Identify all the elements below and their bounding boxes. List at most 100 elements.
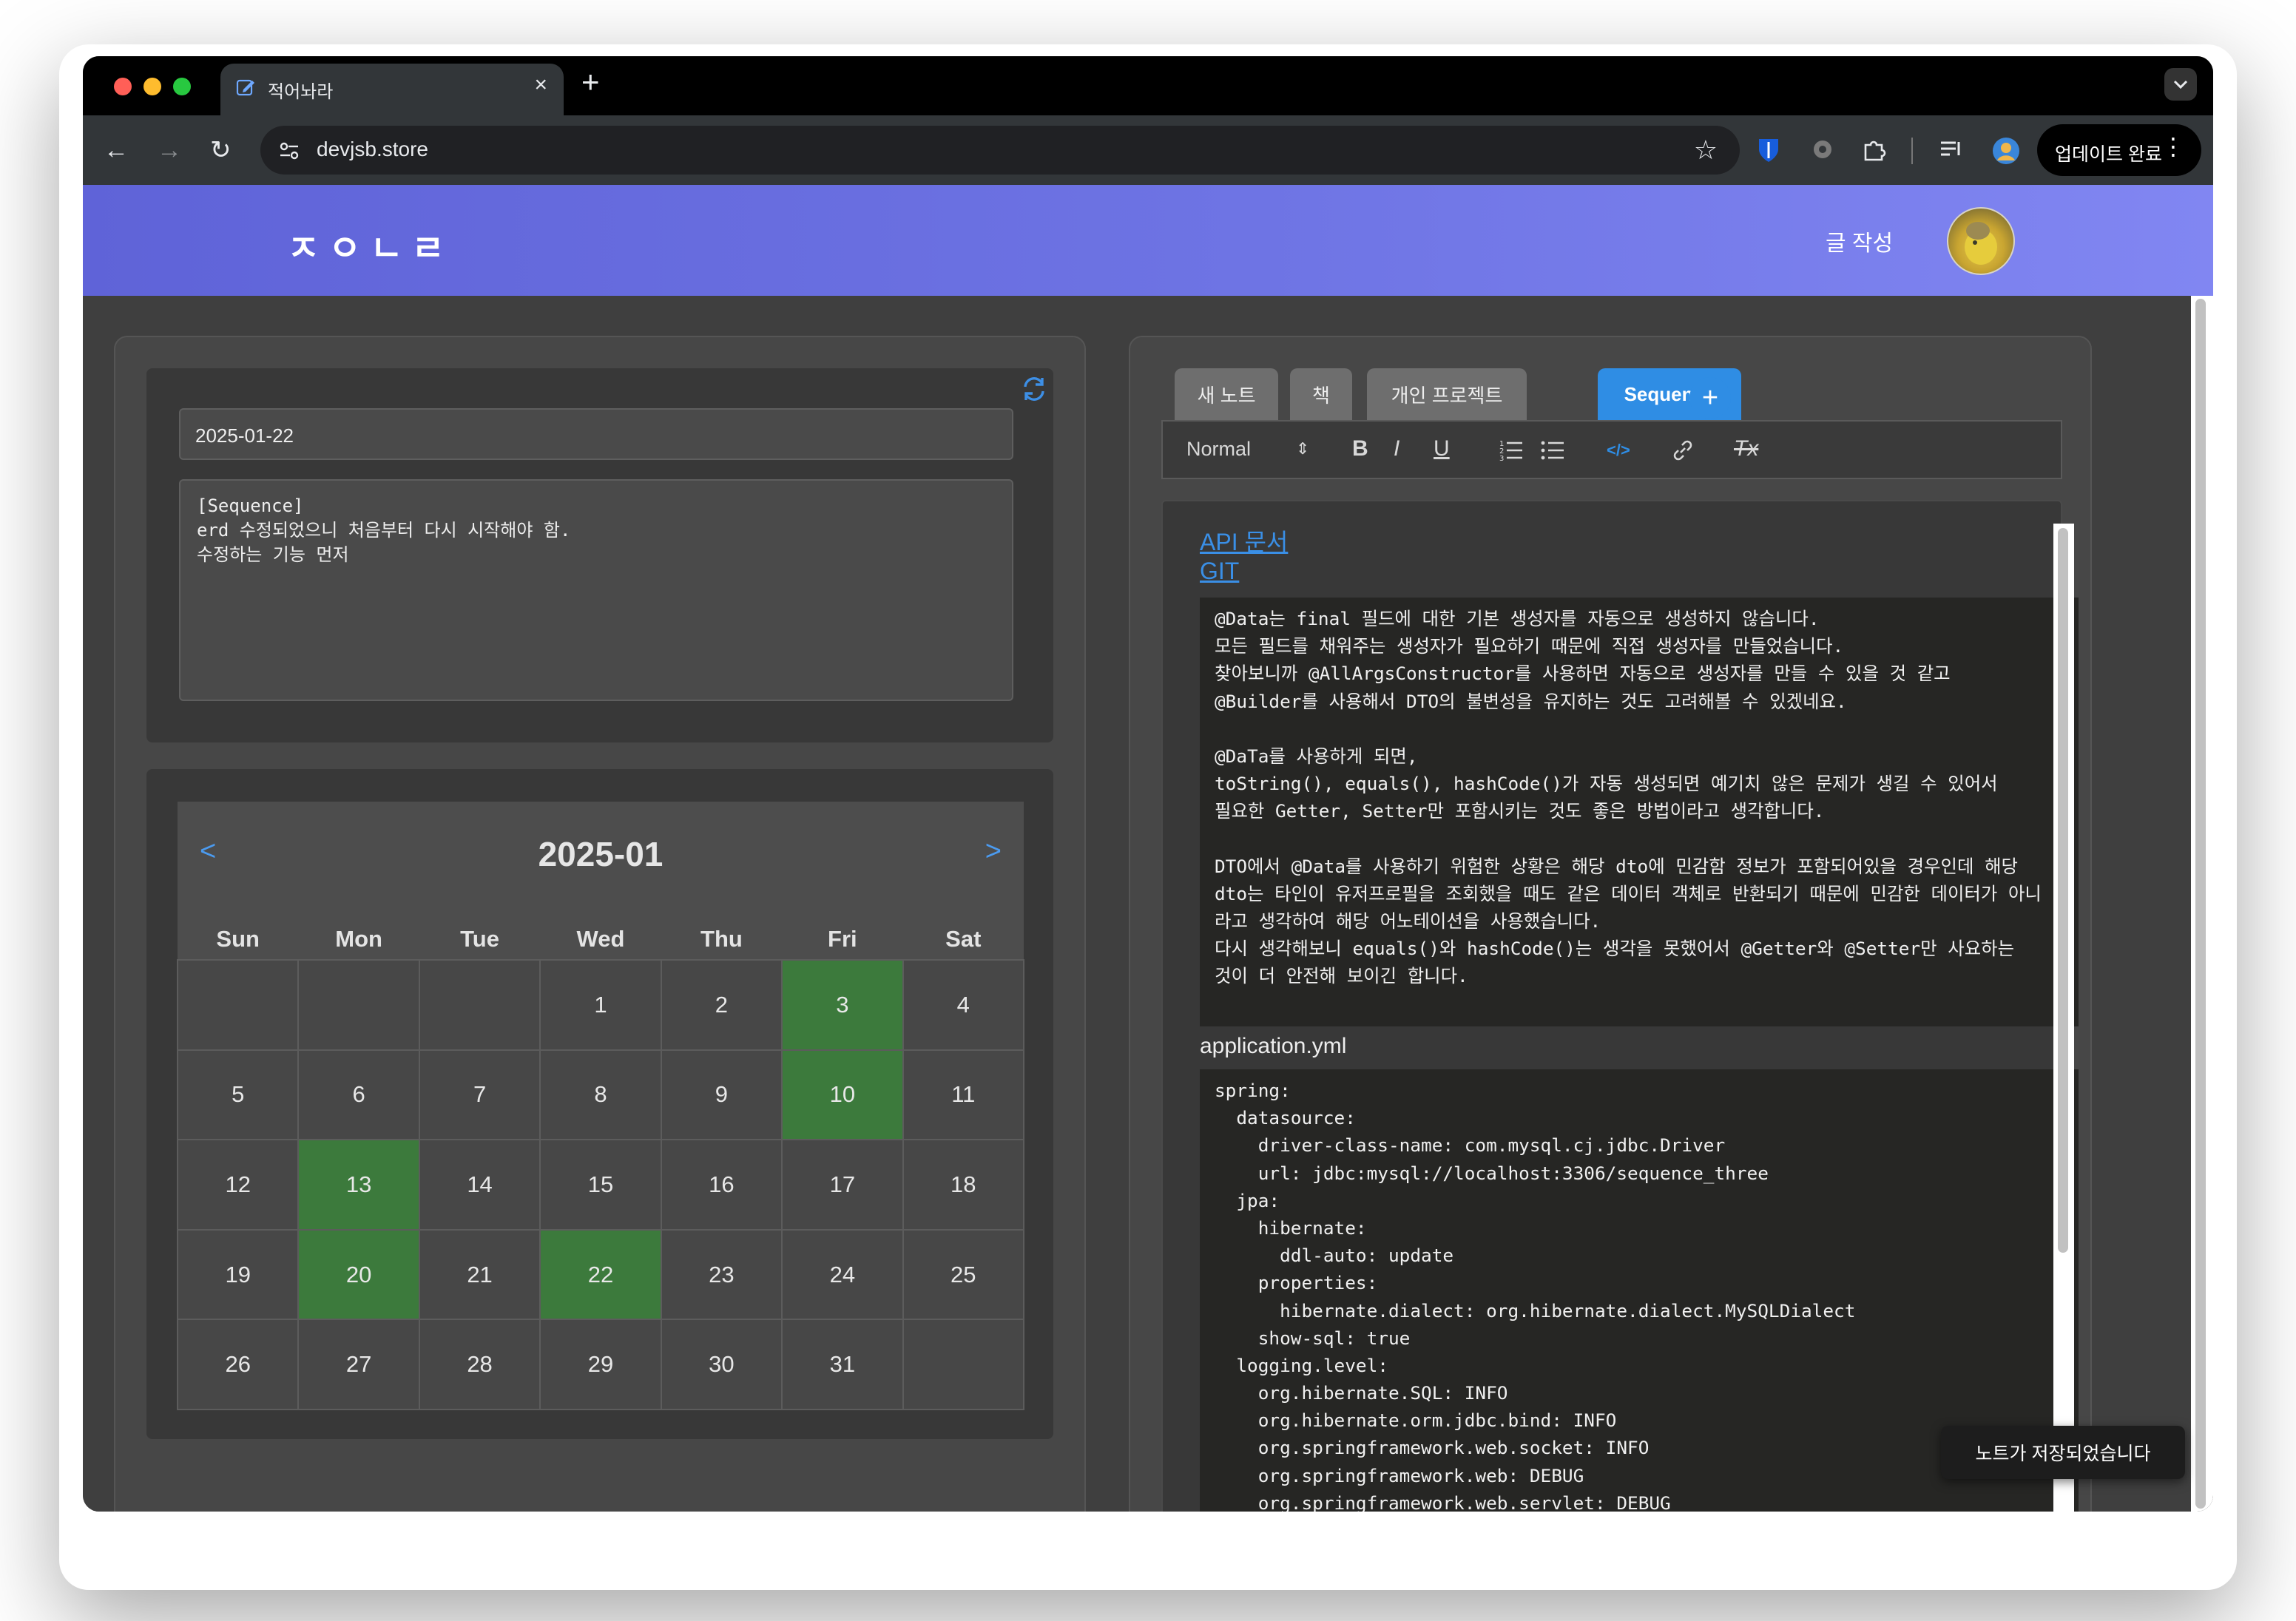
bold-button[interactable]: B xyxy=(1352,438,1368,460)
bookmark-star-icon[interactable]: ☆ xyxy=(1694,135,1718,166)
italic-button[interactable]: I xyxy=(1394,438,1399,460)
calendar-day-cell[interactable]: 14 xyxy=(418,1139,541,1231)
add-note-tab-button[interactable]: + xyxy=(1689,377,1731,419)
code-block-button[interactable]: </> xyxy=(1607,442,1630,458)
calendar-day-cell[interactable]: 16 xyxy=(660,1139,783,1231)
heading-select[interactable]: Normal xyxy=(1186,439,1251,459)
code-line: properties: xyxy=(1215,1272,1378,1294)
profile-icon[interactable] xyxy=(1991,136,2021,166)
page-scroll-thumb[interactable] xyxy=(2195,299,2206,1509)
editor-scrollbar[interactable] xyxy=(2053,524,2074,1512)
media-control-icon[interactable] xyxy=(1938,136,1965,163)
close-tab-icon[interactable]: × xyxy=(534,74,547,96)
code-line: @Data는 final 필드에 대한 기본 생성자를 자동으로 생성하지 않습… xyxy=(1215,608,1820,629)
maximize-window-button[interactable] xyxy=(173,78,191,95)
calendar-day-cell[interactable]: 13 xyxy=(297,1139,420,1231)
weekday-header: Thu xyxy=(700,926,743,952)
calendar-day-cell[interactable]: 18 xyxy=(902,1139,1024,1231)
code-line: 모든 필드를 채워주는 생성자가 필요하기 때문에 직접 생성자를 만들었습니다… xyxy=(1215,635,1844,657)
code-line: driver-class-name: com.mysql.cj.jdbc.Dri… xyxy=(1215,1134,1726,1157)
browser-tab[interactable]: 적어놔라 × xyxy=(220,64,564,115)
browser-toolbar: ← → ↻ devjsb.store ☆ 업데이트 완료 ⋮ xyxy=(83,115,2213,185)
git-link[interactable]: GIT xyxy=(1200,558,1239,585)
calendar-day-cell[interactable]: 19 xyxy=(177,1228,300,1321)
api-docs-link[interactable]: API 문서 xyxy=(1200,524,1288,558)
calendar-day-cell[interactable]: 21 xyxy=(418,1228,541,1321)
calendar-day-cell[interactable]: 25 xyxy=(902,1228,1024,1321)
gear-extension-icon[interactable] xyxy=(1809,136,1836,163)
bitwarden-extension-icon[interactable] xyxy=(1756,136,1781,164)
memo-textarea[interactable]: [Sequence] erd 수정되었으니 처음부터 다시 시작해야 함. 수정… xyxy=(179,479,1013,701)
calendar-day-cell[interactable]: 3 xyxy=(781,959,904,1051)
underline-button[interactable]: U xyxy=(1434,438,1450,460)
calendar-empty-cell xyxy=(177,959,300,1051)
weekday-header: Sat xyxy=(945,926,982,952)
tab-search-button[interactable] xyxy=(2164,68,2197,101)
calendar-day-cell[interactable]: 22 xyxy=(539,1228,662,1321)
note-editor[interactable]: API 문서 GIT @Data는 final 필드에 대한 기본 생성자를 자… xyxy=(1161,500,2079,1512)
clear-format-button[interactable]: Tx xyxy=(1734,438,1758,460)
editor-toolbar: Normal ⇕ B I U 1 2 3 </> Tx xyxy=(1161,420,2062,479)
url-text: devjsb.store xyxy=(317,138,428,160)
calendar-day-cell[interactable]: 17 xyxy=(781,1139,904,1231)
calendar-day-cell[interactable]: 11 xyxy=(902,1049,1024,1141)
note-tab[interactable]: 새 노트 xyxy=(1175,368,1278,420)
calendar-day-cell[interactable]: 8 xyxy=(539,1049,662,1141)
site-settings-icon[interactable] xyxy=(278,141,300,161)
select-arrows-icon: ⇕ xyxy=(1296,439,1310,458)
calendar-day-cell[interactable]: 15 xyxy=(539,1139,662,1231)
site-logo[interactable]: ㅈㅇㄴㄹ xyxy=(287,219,453,271)
code-line: logging.level: xyxy=(1215,1354,1388,1376)
toolbar-divider xyxy=(1911,138,1913,164)
address-bar[interactable]: devjsb.store ☆ xyxy=(260,126,1740,175)
write-post-link[interactable]: 글 작성 xyxy=(1826,225,1893,257)
code-line: hibernate.dialect: org.hibernate.dialect… xyxy=(1215,1299,1856,1321)
calendar-day-cell[interactable]: 1 xyxy=(539,959,662,1051)
tab-title: 적어놔라 xyxy=(268,82,334,102)
weekday-header: Fri xyxy=(828,926,857,952)
editor-scroll-thumb[interactable] xyxy=(2058,528,2068,1253)
calendar-day-cell[interactable]: 12 xyxy=(177,1139,300,1231)
svg-text:3: 3 xyxy=(1499,455,1504,463)
close-window-button[interactable] xyxy=(114,78,132,95)
calendar-day-cell[interactable]: 7 xyxy=(418,1049,541,1141)
minimize-window-button[interactable] xyxy=(144,78,161,95)
calendar-day-cell[interactable]: 5 xyxy=(177,1049,300,1141)
refresh-icon[interactable] xyxy=(1019,374,1049,404)
calendar-day-cell[interactable]: 9 xyxy=(660,1049,783,1141)
page-scrollbar[interactable] xyxy=(2191,296,2213,1512)
bullet-list-icon[interactable] xyxy=(1540,438,1565,463)
calendar-day-cell[interactable]: 6 xyxy=(297,1049,420,1141)
calendar-day-cell[interactable]: 24 xyxy=(781,1228,904,1321)
calendar-day-cell[interactable]: 10 xyxy=(781,1049,904,1141)
date-field[interactable]: 2025-01-22 xyxy=(179,408,1013,460)
ordered-list-icon[interactable]: 1 2 3 xyxy=(1499,438,1524,463)
reload-button[interactable]: ↻ xyxy=(210,138,232,163)
puzzle-extensions-icon[interactable] xyxy=(1861,136,1888,163)
calendar-day-cell[interactable]: 23 xyxy=(660,1228,783,1321)
code-line: org.hibernate.SQL: INFO xyxy=(1215,1382,1508,1404)
calendar-day-cell[interactable]: 30 xyxy=(660,1319,783,1410)
back-button[interactable]: ← xyxy=(104,138,129,163)
calendar-day-cell[interactable]: 27 xyxy=(297,1319,420,1410)
calendar-day-cell[interactable]: 31 xyxy=(781,1319,904,1410)
calendar-day-cell[interactable]: 26 xyxy=(177,1319,300,1410)
weekday-header: Sun xyxy=(216,926,260,952)
calendar-day-cell[interactable]: 4 xyxy=(902,959,1024,1051)
new-tab-button[interactable]: + xyxy=(581,67,600,98)
forward-button[interactable]: → xyxy=(157,138,182,163)
calendar-day-cell[interactable]: 28 xyxy=(418,1319,541,1410)
link-icon[interactable] xyxy=(1670,438,1695,463)
update-complete-button[interactable]: 업데이트 완료 ⋮ xyxy=(2037,124,2201,176)
browser-window: 적어놔라 × + ← → ↻ devjsb.store ☆ 업데이트 완료 ⋮ … xyxy=(83,56,2213,1512)
calendar-day-cell[interactable]: 20 xyxy=(297,1228,420,1321)
calendar-day-cell[interactable]: 2 xyxy=(660,959,783,1051)
more-menu-icon: ⋮ xyxy=(2161,133,2185,160)
user-avatar[interactable] xyxy=(1947,207,2015,275)
note-tab[interactable]: 개인 프로젝트 xyxy=(1367,368,1527,420)
calendar-day-cell[interactable]: 29 xyxy=(539,1319,662,1410)
next-month-button[interactable]: > xyxy=(985,836,1002,867)
note-tab[interactable]: 책 xyxy=(1290,368,1352,420)
code-block-notes: @Data는 final 필드에 대한 기본 생성자를 자동으로 생성하지 않습… xyxy=(1200,598,2079,1026)
